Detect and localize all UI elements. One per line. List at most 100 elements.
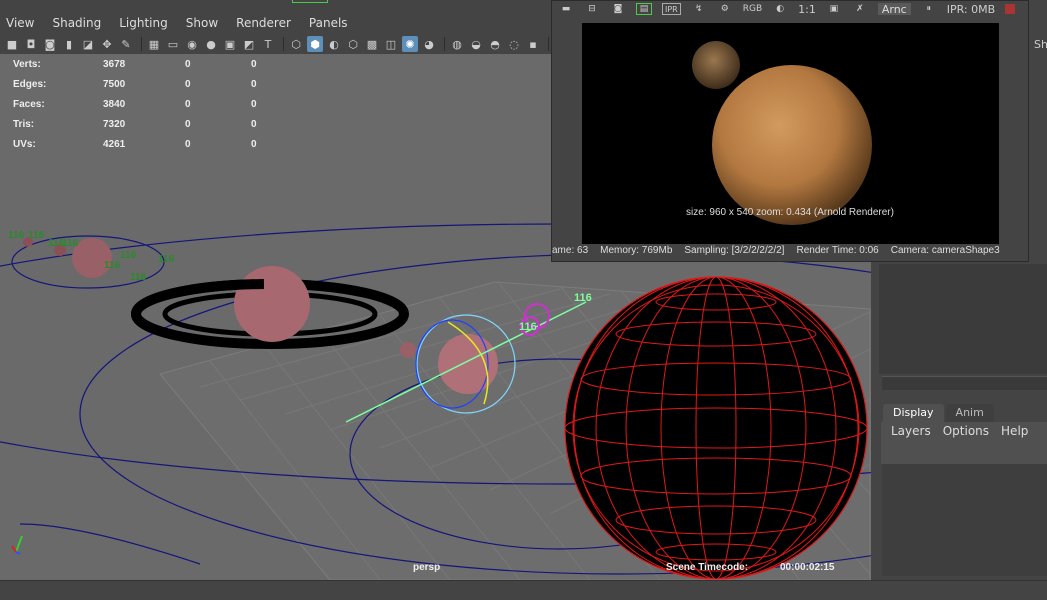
hud-value: 0 <box>251 78 257 90</box>
timecode-label: Scene Timecode: <box>666 562 749 573</box>
hud-value: 3678 <box>103 58 126 70</box>
hud-value: 7320 <box>103 118 126 130</box>
camera-name-label: persp <box>413 562 441 573</box>
hud-value: 7500 <box>103 78 126 90</box>
hud-label: UVs: <box>13 138 36 150</box>
render-frame-icon[interactable]: ▬ <box>558 3 574 15</box>
zoom-1to1-label[interactable]: 1:1 <box>798 3 816 16</box>
ipr-render-icon[interactable]: IPR <box>662 3 681 15</box>
axis-gizmo <box>11 535 23 555</box>
rendered-moon <box>692 41 740 89</box>
layer-list[interactable] <box>882 464 1047 576</box>
toolbar-separator <box>141 37 142 51</box>
hud-row-uvs: UVs: 4261 0 0 <box>13 134 271 154</box>
status-sampling: Sampling: [3/2/2/2/2/2] <box>684 245 785 256</box>
field-chart-icon[interactable]: ◉ <box>184 36 200 52</box>
default-material-icon[interactable]: ◐ <box>326 36 342 52</box>
gate-mask-icon[interactable]: ▭ <box>165 36 181 52</box>
film-gate-icon[interactable]: ✎ <box>118 36 134 52</box>
wireframe-on-shaded-icon[interactable]: ⬡ <box>345 36 361 52</box>
hud-label: Tris: <box>13 118 35 130</box>
motion-blur-icon[interactable]: ◒ <box>468 36 484 52</box>
panel-divider[interactable] <box>882 376 1047 390</box>
shelf-tab-label[interactable]: Sh <box>1034 38 1047 51</box>
hud-value: 3840 <box>103 98 126 110</box>
frame-image-icon[interactable]: ▣ <box>826 3 842 15</box>
alpha-channel-icon[interactable]: ◐ <box>772 3 788 15</box>
hud-value: 0 <box>251 118 257 130</box>
menu-renderer[interactable]: Renderer <box>230 16 297 30</box>
xray-joints-icon[interactable]: ◫ <box>383 36 399 52</box>
resolution-gate-icon[interactable]: ▦ <box>146 36 162 52</box>
anti-aliasing-icon[interactable]: ◓ <box>487 36 503 52</box>
tab-display[interactable]: Display <box>883 404 944 422</box>
remove-image-icon[interactable]: ✗ <box>852 3 868 15</box>
wireframe-icon[interactable]: ⬡ <box>288 36 304 52</box>
bookmark-icon[interactable]: ◙ <box>42 36 58 52</box>
menu-shading[interactable]: Shading <box>46 16 107 30</box>
menu-panels[interactable]: Panels <box>303 16 354 30</box>
camera-attributes-icon[interactable]: ◘ <box>23 36 39 52</box>
menu-help[interactable]: Help <box>1001 424 1028 464</box>
keep-image-icon[interactable]: ▤ <box>636 3 652 15</box>
isolate-select-icon[interactable]: ▪ <box>525 36 541 52</box>
hud-row-verts: Verts: 3678 0 0 <box>13 54 271 74</box>
hud-value: 0 <box>185 58 191 70</box>
layer-editor-menu: Layers Options Help <box>881 422 1047 464</box>
frame-label-selected: 116 <box>574 292 592 304</box>
layer-editor-tabs: Display Anim <box>883 404 996 422</box>
wireframe-frame-icon[interactable]: ◩ <box>241 36 257 52</box>
renderer-select[interactable]: Arnc <box>877 3 911 16</box>
menu-layers[interactable]: Layers <box>891 424 931 464</box>
safe-action-icon[interactable]: ● <box>203 36 219 52</box>
frame-label: 116 <box>104 260 121 271</box>
bookmark-icon-2[interactable]: ▮ <box>61 36 77 52</box>
depth-of-field-icon[interactable]: ◌ <box>506 36 522 52</box>
refresh-icon[interactable]: ↯ <box>691 3 707 15</box>
render-toolbar: ▬ ⊟ ◙ ▤ IPR ↯ ⚙ RGB ◐ 1:1 ▣ ✗ Arnc ⏸ IPR… <box>552 1 1028 17</box>
hud-value: 0 <box>251 58 257 70</box>
hud-value: 0 <box>251 98 257 110</box>
screen-space-ao-icon[interactable]: ◍ <box>449 36 465 52</box>
rendered-sun <box>712 65 872 225</box>
render-view-window[interactable]: ▬ ⊟ ◙ ▤ IPR ↯ ⚙ RGB ◐ 1:1 ▣ ✗ Arnc ⏸ IPR… <box>551 0 1029 262</box>
stop-render-icon[interactable] <box>1005 4 1016 14</box>
toolbar-separator <box>444 37 445 51</box>
render-region-icon[interactable]: ⊟ <box>584 3 600 15</box>
hud-row-tris: Tris: 7320 0 0 <box>13 114 271 134</box>
text-icon[interactable]: T <box>260 36 276 52</box>
hud-value: 0 <box>251 138 257 150</box>
hud-label: Edges: <box>13 78 47 90</box>
grid-icon[interactable]: ✥ <box>99 36 115 52</box>
channel-rgb-icon[interactable]: RGB <box>743 3 762 15</box>
menu-options[interactable]: Options <box>943 424 989 464</box>
bottom-strip <box>0 580 1047 600</box>
camera-icon[interactable]: ■ <box>4 36 20 52</box>
ringed-planet <box>131 266 409 349</box>
toolbar-separator <box>548 37 549 51</box>
safe-title-icon[interactable]: ▣ <box>222 36 238 52</box>
smooth-shade-icon[interactable]: ⬢ <box>307 36 323 52</box>
frame-label: 116 <box>28 230 45 241</box>
render-settings-icon[interactable]: ⚙ <box>717 3 733 15</box>
menu-show[interactable]: Show <box>180 16 224 30</box>
shadows-icon[interactable]: ◕ <box>421 36 437 52</box>
menu-view[interactable]: View <box>0 16 40 30</box>
hud-row-edges: Edges: 7500 0 0 <box>13 74 271 94</box>
tab-anim[interactable]: Anim <box>945 404 994 422</box>
frame-label: 116 <box>8 230 25 241</box>
frame-label-selected: 116 <box>519 321 537 333</box>
use-all-lights-icon[interactable]: ✺ <box>402 36 418 52</box>
status-memory: Memory: 769Mb <box>600 245 673 256</box>
hud-value: 0 <box>185 98 191 110</box>
pause-icon[interactable]: ⏸ <box>921 3 937 15</box>
hud-value: 0 <box>185 118 191 130</box>
snapshot-icon[interactable]: ◙ <box>610 3 626 15</box>
menu-lighting[interactable]: Lighting <box>113 16 174 30</box>
hud-value: 4261 <box>103 138 126 150</box>
image-plane-icon[interactable]: ◪ <box>80 36 96 52</box>
xray-icon[interactable]: ▩ <box>364 36 380 52</box>
status-camera: Camera: cameraShape3 <box>890 245 1000 256</box>
frame-label: 116 <box>62 238 79 249</box>
toolbar-separator <box>283 37 284 51</box>
